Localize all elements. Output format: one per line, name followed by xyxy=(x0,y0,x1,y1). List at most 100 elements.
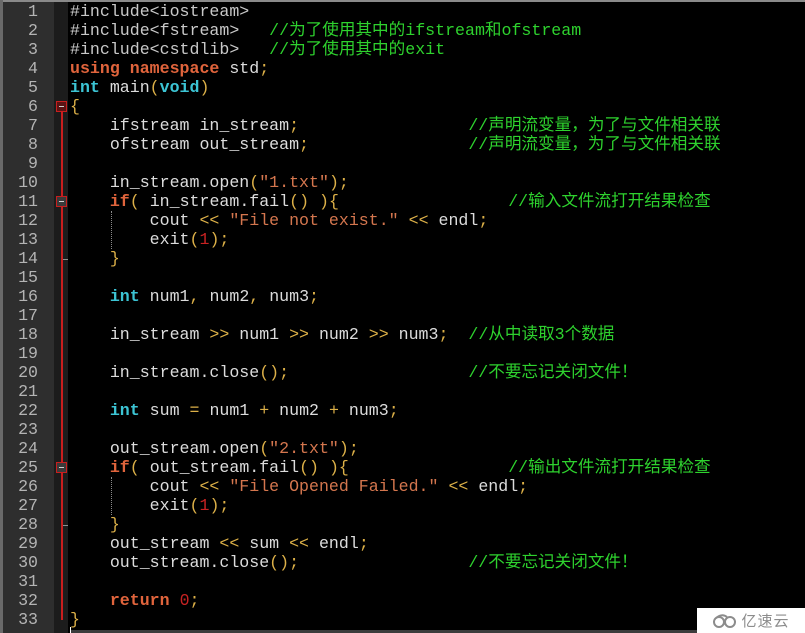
line-text[interactable]: in_stream.open("1.txt"); xyxy=(70,173,349,192)
indent-guide xyxy=(111,211,112,249)
code-line[interactable]: 3 #include<cstdlib> //为了使用其中的exit xyxy=(0,40,805,59)
line-text[interactable]: { xyxy=(70,97,80,116)
identifier-token xyxy=(448,325,468,344)
line-text[interactable]: #include<fstream> //为了使用其中的ifstream和ofst… xyxy=(70,21,581,40)
code-line[interactable]: 33} xyxy=(0,610,805,629)
fold-toggle-icon[interactable] xyxy=(56,101,67,112)
code-line[interactable]: 2 #include<fstream> //为了使用其中的ifstream和ofs… xyxy=(0,21,805,40)
code-line[interactable]: 24 out_stream.open("2.txt"); xyxy=(0,439,805,458)
line-text[interactable]: in_stream >> num1 >> num2 >> num3; //从中读… xyxy=(70,325,615,344)
line-text[interactable]: in_stream.close(); //不要忘记关闭文件！ xyxy=(70,363,638,382)
line-text[interactable]: } xyxy=(70,610,80,629)
code-line[interactable]: 20 in_stream.close(); //不要忘记关闭文件！ xyxy=(0,363,805,382)
string-token: "1.txt" xyxy=(259,173,329,192)
line-text[interactable]: int main(void) xyxy=(70,78,209,97)
line-text[interactable]: ifstream in_stream; //声明流变量，为了与文件相关联 xyxy=(70,116,721,135)
line-text[interactable]: using namespace std; xyxy=(70,59,269,78)
code-line[interactable]: 7 ifstream in_stream; //声明流变量，为了与文件相关联 xyxy=(0,116,805,135)
line-text[interactable]: int num1, num2, num3; xyxy=(70,287,319,306)
code-line[interactable]: 10 in_stream.open("1.txt"); xyxy=(0,173,805,192)
operator-token: ; xyxy=(438,325,449,344)
line-number: 15 xyxy=(18,268,38,287)
line-text[interactable]: out_stream.open("2.txt"); xyxy=(70,439,359,458)
line-text[interactable]: if( out_stream.fail() ){ //输出文件流打开结果检查 xyxy=(70,458,711,477)
code-line[interactable]: 27 exit(1); xyxy=(0,496,805,515)
operator-token: ; xyxy=(478,211,489,230)
operator-token: } xyxy=(109,249,120,268)
line-text[interactable]: #include<cstdlib> //为了使用其中的exit xyxy=(70,40,445,59)
line-text[interactable]: exit(1); xyxy=(70,230,230,249)
code-line[interactable]: 21 xyxy=(0,382,805,401)
code-line[interactable]: 16 int num1, num2, num3; xyxy=(0,287,805,306)
operator-token: (); xyxy=(269,553,300,572)
line-text[interactable]: return 0; xyxy=(70,591,200,610)
code-editor[interactable]: 1 #include<iostream> 2 #include<fstream> //… xyxy=(0,0,805,633)
string-token: "File Opened Failed." xyxy=(229,477,439,496)
code-line[interactable]: 13 exit(1); xyxy=(0,230,805,249)
operator-token: { xyxy=(70,97,80,116)
code-line[interactable]: 12 cout << "File not exist." << endl; xyxy=(0,211,805,230)
identifier-token: out_stream.fail xyxy=(139,458,300,477)
identifier-token: num1 xyxy=(199,401,260,420)
line-number: 20 xyxy=(18,363,38,382)
code-line[interactable]: 18 in_stream >> num1 >> num2 >> num3; //… xyxy=(0,325,805,344)
line-text[interactable]: exit(1); xyxy=(70,496,230,515)
identifier-token: in_stream.fail xyxy=(139,192,290,211)
operator-token: ( xyxy=(149,78,160,97)
identifier-token: endl xyxy=(309,534,359,553)
code-line[interactable]: 22 int sum = num1 + num2 + num3; xyxy=(0,401,805,420)
line-number: 18 xyxy=(18,325,38,344)
identifier-token: num2 xyxy=(269,401,329,420)
fold-toggle-icon[interactable] xyxy=(56,462,67,473)
fold-range-line xyxy=(61,111,63,620)
code-line[interactable]: 30 out_stream.close(); //不要忘记关闭文件！ xyxy=(0,553,805,572)
identifier-token xyxy=(70,401,110,420)
line-number: 2 xyxy=(28,21,38,40)
identifier-token xyxy=(309,192,319,211)
identifier-token xyxy=(219,477,229,496)
code-line[interactable]: 23 xyxy=(0,420,805,439)
operator-token: = xyxy=(189,401,200,420)
identifier-token: in_stream xyxy=(70,325,210,344)
code-line[interactable]: 25 if( out_stream.fail() ){ //输出文件流打开结果检… xyxy=(0,458,805,477)
code-line[interactable]: 19 xyxy=(0,344,805,363)
identifier-token: out_stream xyxy=(70,534,220,553)
line-text[interactable]: out_stream.close(); //不要忘记关闭文件！ xyxy=(70,553,638,572)
code-line[interactable]: 5 int main(void) xyxy=(0,78,805,97)
identifier-token: sum xyxy=(239,534,290,553)
line-text[interactable]: cout << "File Opened Failed." << endl; xyxy=(70,477,528,496)
line-text[interactable]: cout << "File not exist." << endl; xyxy=(70,211,489,230)
code-line[interactable]: 4 using namespace std; xyxy=(0,59,805,78)
line-number: 6 xyxy=(28,97,38,116)
code-line[interactable]: 15 xyxy=(0,268,805,287)
comment-token: //为了使用其中的exit xyxy=(269,40,446,59)
code-line[interactable]: 1 #include<iostream> xyxy=(0,2,805,21)
line-text[interactable]: } xyxy=(70,515,120,534)
line-number: 14 xyxy=(18,249,38,268)
identifier-token: num3 xyxy=(338,401,389,420)
code-line[interactable]: 11 if( in_stream.fail() ){ //输入文件流打开结果检查 xyxy=(0,192,805,211)
code-line[interactable]: 17 xyxy=(0,306,805,325)
line-text[interactable]: int sum = num1 + num2 + num3; xyxy=(70,401,399,420)
identifier-token xyxy=(70,287,110,306)
line-text[interactable]: } xyxy=(70,249,120,268)
line-text[interactable]: #include<iostream> xyxy=(70,2,249,21)
code-line[interactable]: 14 } xyxy=(0,249,805,268)
fold-end-marker xyxy=(63,525,68,526)
code-line[interactable]: 29 out_stream << sum << endl; xyxy=(0,534,805,553)
code-line[interactable]: 31 xyxy=(0,572,805,591)
comment-token: //输入文件流打开结果检查 xyxy=(508,192,711,211)
code-line[interactable]: 9 xyxy=(0,154,805,173)
code-line[interactable]: 6{ xyxy=(0,97,805,116)
fold-toggle-icon[interactable] xyxy=(56,196,67,207)
code-area[interactable]: 1 #include<iostream> 2 #include<fstream> //… xyxy=(0,2,805,629)
identifier-token xyxy=(399,211,409,230)
code-line[interactable]: 28 } xyxy=(0,515,805,534)
line-text[interactable]: if( in_stream.fail() ){ //输入文件流打开结果检查 xyxy=(70,192,711,211)
identifier-token xyxy=(339,192,508,211)
code-line[interactable]: 26 cout << "File Opened Failed." << endl… xyxy=(0,477,805,496)
code-line[interactable]: 8 ofstream out_stream; //声明流变量，为了与文件相关联 xyxy=(0,135,805,154)
line-text[interactable]: out_stream << sum << endl; xyxy=(70,534,369,553)
line-text[interactable]: ofstream out_stream; //声明流变量，为了与文件相关联 xyxy=(70,135,721,154)
code-line[interactable]: 32 return 0; xyxy=(0,591,805,610)
